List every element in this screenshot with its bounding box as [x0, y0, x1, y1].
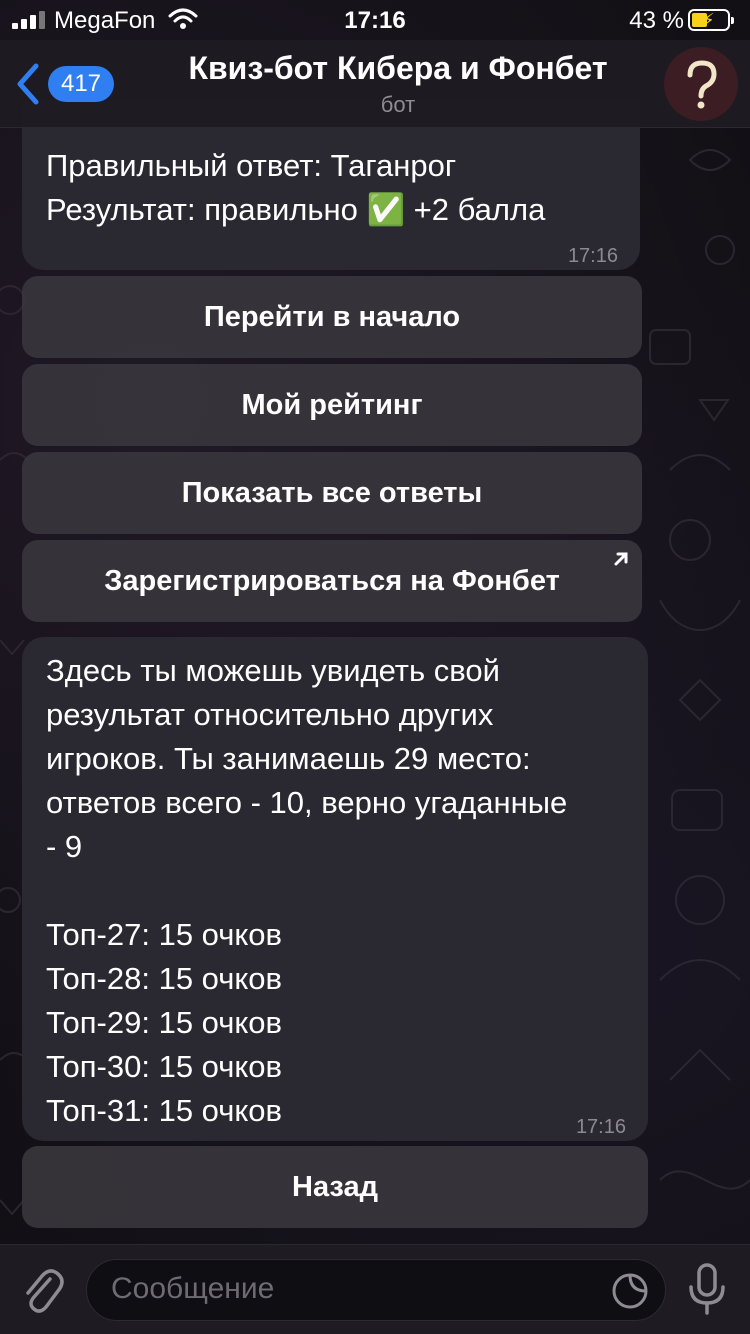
register-fonbet-label: Зарегистрироваться на Фонбет	[104, 565, 560, 597]
external-link-icon	[614, 552, 628, 566]
battery-percent: 43 %	[629, 7, 684, 34]
correct-answer-text: Правильный ответ: Таганрог	[46, 148, 457, 183]
unread-count-badge[interactable]: 417	[48, 66, 114, 102]
chat-title[interactable]: Квиз-бот Кибера и Фонбет	[130, 50, 666, 87]
battery-icon: ⚡	[688, 9, 734, 31]
back-button-inline[interactable]: Назад	[22, 1146, 648, 1228]
register-fonbet-button[interactable]: Зарегистрироваться на Фонбет	[22, 540, 642, 622]
avatar[interactable]	[664, 47, 738, 121]
result-text: Результат: правильно ✅ +2 балла	[46, 192, 546, 227]
message-placeholder: Сообщение	[111, 1272, 275, 1305]
chat-header: 417 Квиз-бот Кибера и Фонбет бот	[0, 40, 750, 128]
message-time: 17:16	[575, 1116, 626, 1138]
message-field[interactable]: Сообщение	[86, 1259, 666, 1321]
rating-message-text: Здесь ты можешь увидеть свой результат о…	[46, 653, 568, 1128]
go-to-start-button[interactable]: Перейти в начало	[22, 276, 642, 358]
status-bar: MegaFon 17:16 43 % ⚡	[0, 0, 750, 40]
sticker-icon[interactable]	[611, 1272, 649, 1310]
chat-subtitle: бот	[380, 92, 416, 117]
microphone-icon[interactable]	[686, 1261, 728, 1317]
chevron-left-icon[interactable]	[14, 62, 42, 106]
message-bubble-rating: Здесь ты можешь увидеть свой результат о…	[22, 637, 648, 1141]
message-input-bar: Сообщение	[0, 1244, 750, 1334]
message-time: 17:16	[567, 245, 618, 267]
show-all-answers-button[interactable]: Показать все ответы	[22, 452, 642, 534]
question-mark-icon	[664, 47, 738, 121]
my-rating-button[interactable]: Мой рейтинг	[22, 364, 642, 446]
paperclip-icon[interactable]	[20, 1265, 66, 1315]
